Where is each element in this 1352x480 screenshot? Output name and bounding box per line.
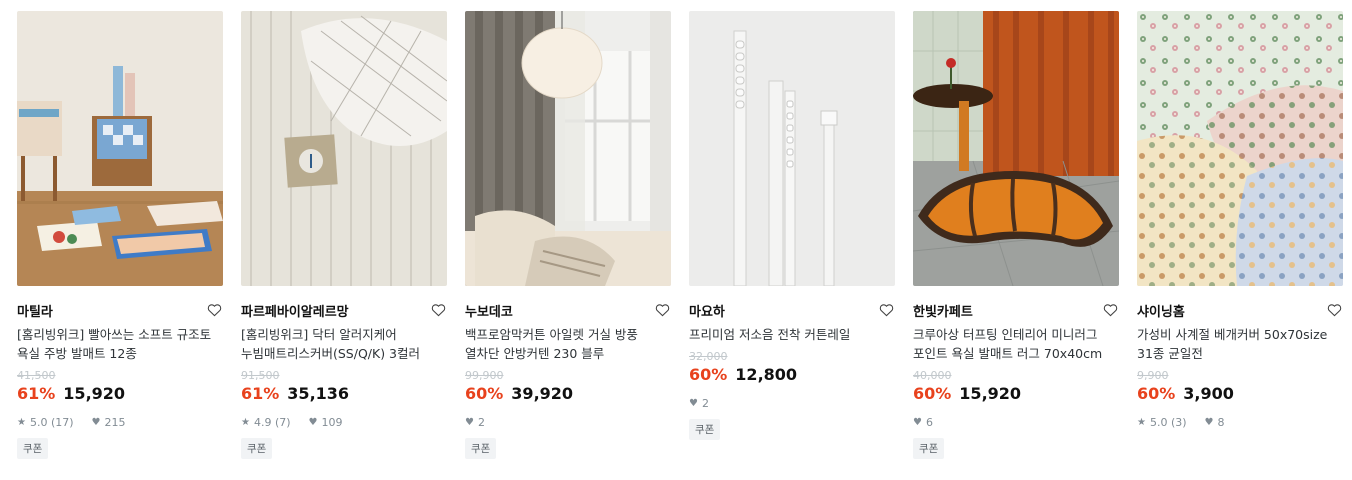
product-image[interactable] xyxy=(913,11,1119,286)
price-row: 60% 12,800 xyxy=(689,365,895,387)
product-image-bath-mat xyxy=(17,11,223,286)
sale-price: 15,920 xyxy=(63,384,126,403)
rating-text: 5.0 (3) xyxy=(1149,415,1187,429)
price-row: 60% 3,900 xyxy=(1137,384,1343,406)
brand-name[interactable]: 누보데코 xyxy=(465,301,513,320)
product-image[interactable] xyxy=(689,11,895,286)
original-price: 91,500 xyxy=(241,369,280,382)
heart-filled-icon: ♥ xyxy=(465,416,474,428)
product-card[interactable]: 누보데코 백프로암막커튼 아일렛 거실 방풍 열차단 안방커텐 230 블루 9… xyxy=(465,11,671,459)
product-image-curtain xyxy=(465,11,671,286)
discount-rate: 61% xyxy=(17,384,56,403)
coupon-badge: 쿠폰 xyxy=(17,438,49,459)
product-title[interactable]: 가성비 사계절 베개커버 50x70size 31종 균일전 xyxy=(1137,325,1343,363)
likes-count: 8 xyxy=(1217,415,1225,429)
brand-row: 마틸라 xyxy=(17,301,223,320)
heart-outline-icon[interactable] xyxy=(1326,302,1343,318)
heart-outline-icon[interactable] xyxy=(654,302,671,318)
coupon-badge: 쿠폰 xyxy=(465,438,497,459)
product-card[interactable]: 마틸라 [홈리빙위크] 빨아쓰는 소프트 규조토 욕실 주방 발매트 12종 4… xyxy=(17,11,223,459)
brand-name[interactable]: 파르페바이알레르망 xyxy=(241,301,349,320)
review-meta: ★ 4.9 (7) ♥ 109 xyxy=(241,414,447,430)
review-meta: ♥ 2 xyxy=(465,414,671,430)
price-row: 61% 15,920 xyxy=(17,384,223,406)
product-image[interactable] xyxy=(241,11,447,286)
likes-count: 6 xyxy=(925,415,933,429)
product-image-pillow-cover xyxy=(1137,11,1343,286)
sale-price: 3,900 xyxy=(1183,384,1234,403)
price-row: 61% 35,136 xyxy=(241,384,447,406)
product-title[interactable]: 프리미엄 저소음 전착 커튼레일 xyxy=(689,325,895,344)
original-price: 9,900 xyxy=(1137,369,1169,382)
likes-count: 2 xyxy=(701,396,709,410)
brand-row: 누보데코 xyxy=(465,301,671,320)
discount-rate: 60% xyxy=(689,365,728,384)
original-price: 40,000 xyxy=(913,369,952,382)
review-meta: ★ 5.0 (3) ♥ 8 xyxy=(1137,414,1343,430)
star-icon: ★ xyxy=(1137,416,1146,428)
review-meta: ♥ 2 xyxy=(689,395,895,411)
coupon-badge: 쿠폰 xyxy=(913,438,945,459)
discount-rate: 60% xyxy=(465,384,504,403)
original-price: 41,500 xyxy=(17,369,56,382)
sale-price: 35,136 xyxy=(287,384,350,403)
product-image-curtain-rail xyxy=(689,11,895,286)
product-image[interactable] xyxy=(1137,11,1343,286)
product-title[interactable]: 크루아상 터프팅 인테리어 미니러그 포인트 욕실 발매트 러그 70x40cm xyxy=(913,325,1119,363)
rating-text: 4.9 (7) xyxy=(253,415,291,429)
review-meta: ★ 5.0 (17) ♥ 215 xyxy=(17,414,223,430)
product-card[interactable]: 파르페바이알레르망 [홈리빙위크] 닥터 알러지케어 누빔매트리스커버(SS/Q… xyxy=(241,11,447,459)
heart-filled-icon: ♥ xyxy=(689,397,698,409)
coupon-badge: 쿠폰 xyxy=(689,419,721,440)
heart-outline-icon[interactable] xyxy=(206,302,223,318)
product-image-croissant-rug xyxy=(913,11,1119,286)
likes-count: 2 xyxy=(477,415,485,429)
brand-name[interactable]: 샤이닝홈 xyxy=(1137,301,1185,320)
brand-name[interactable]: 마틸라 xyxy=(17,301,53,320)
price-row: 60% 15,920 xyxy=(913,384,1119,406)
likes-count: 109 xyxy=(321,415,343,429)
product-card[interactable]: 샤이닝홈 가성비 사계절 베개커버 50x70size 31종 균일전 9,90… xyxy=(1137,11,1343,459)
product-grid: 마틸라 [홈리빙위크] 빨아쓰는 소프트 규조토 욕실 주방 발매트 12종 4… xyxy=(0,0,1352,459)
rating-text: 5.0 (17) xyxy=(29,415,74,429)
discount-rate: 61% xyxy=(241,384,280,403)
product-card[interactable]: 마요하 프리미엄 저소음 전착 커튼레일 32,000 60% 12,800 ♥… xyxy=(689,11,895,459)
brand-row: 마요하 xyxy=(689,301,895,320)
brand-row: 한빛카페트 xyxy=(913,301,1119,320)
price-row: 60% 39,920 xyxy=(465,384,671,406)
sale-price: 39,920 xyxy=(511,384,574,403)
product-image[interactable] xyxy=(465,11,671,286)
heart-filled-icon: ♥ xyxy=(913,416,922,428)
star-icon: ★ xyxy=(17,416,26,428)
product-card[interactable]: 한빛카페트 크루아상 터프팅 인테리어 미니러그 포인트 욕실 발매트 러그 7… xyxy=(913,11,1119,459)
heart-filled-icon: ♥ xyxy=(308,416,318,428)
sale-price: 15,920 xyxy=(959,384,1022,403)
brand-row: 파르페바이알레르망 xyxy=(241,301,447,320)
brand-name[interactable]: 마요하 xyxy=(689,301,725,320)
product-title[interactable]: [홈리빙위크] 닥터 알러지케어 누빔매트리스커버(SS/Q/K) 3컬러 xyxy=(241,325,447,363)
heart-filled-icon: ♥ xyxy=(1204,416,1214,428)
heart-outline-icon[interactable] xyxy=(1102,302,1119,318)
review-meta: ♥ 6 xyxy=(913,414,1119,430)
discount-rate: 60% xyxy=(1137,384,1176,403)
brand-name[interactable]: 한빛카페트 xyxy=(913,301,973,320)
product-title[interactable]: 백프로암막커튼 아일렛 거실 방풍 열차단 안방커텐 230 블루 xyxy=(465,325,671,363)
original-price: 99,900 xyxy=(465,369,504,382)
discount-rate: 60% xyxy=(913,384,952,403)
heart-outline-icon[interactable] xyxy=(430,302,447,318)
product-image[interactable] xyxy=(17,11,223,286)
brand-row: 샤이닝홈 xyxy=(1137,301,1343,320)
original-price: 32,000 xyxy=(689,350,728,363)
coupon-badge: 쿠폰 xyxy=(241,438,273,459)
heart-filled-icon: ♥ xyxy=(91,416,101,428)
star-icon: ★ xyxy=(241,416,250,428)
heart-outline-icon[interactable] xyxy=(878,302,895,318)
product-image-mattress-cover xyxy=(241,11,447,286)
likes-count: 215 xyxy=(104,415,126,429)
product-title[interactable]: [홈리빙위크] 빨아쓰는 소프트 규조토 욕실 주방 발매트 12종 xyxy=(17,325,223,363)
sale-price: 12,800 xyxy=(735,365,798,384)
